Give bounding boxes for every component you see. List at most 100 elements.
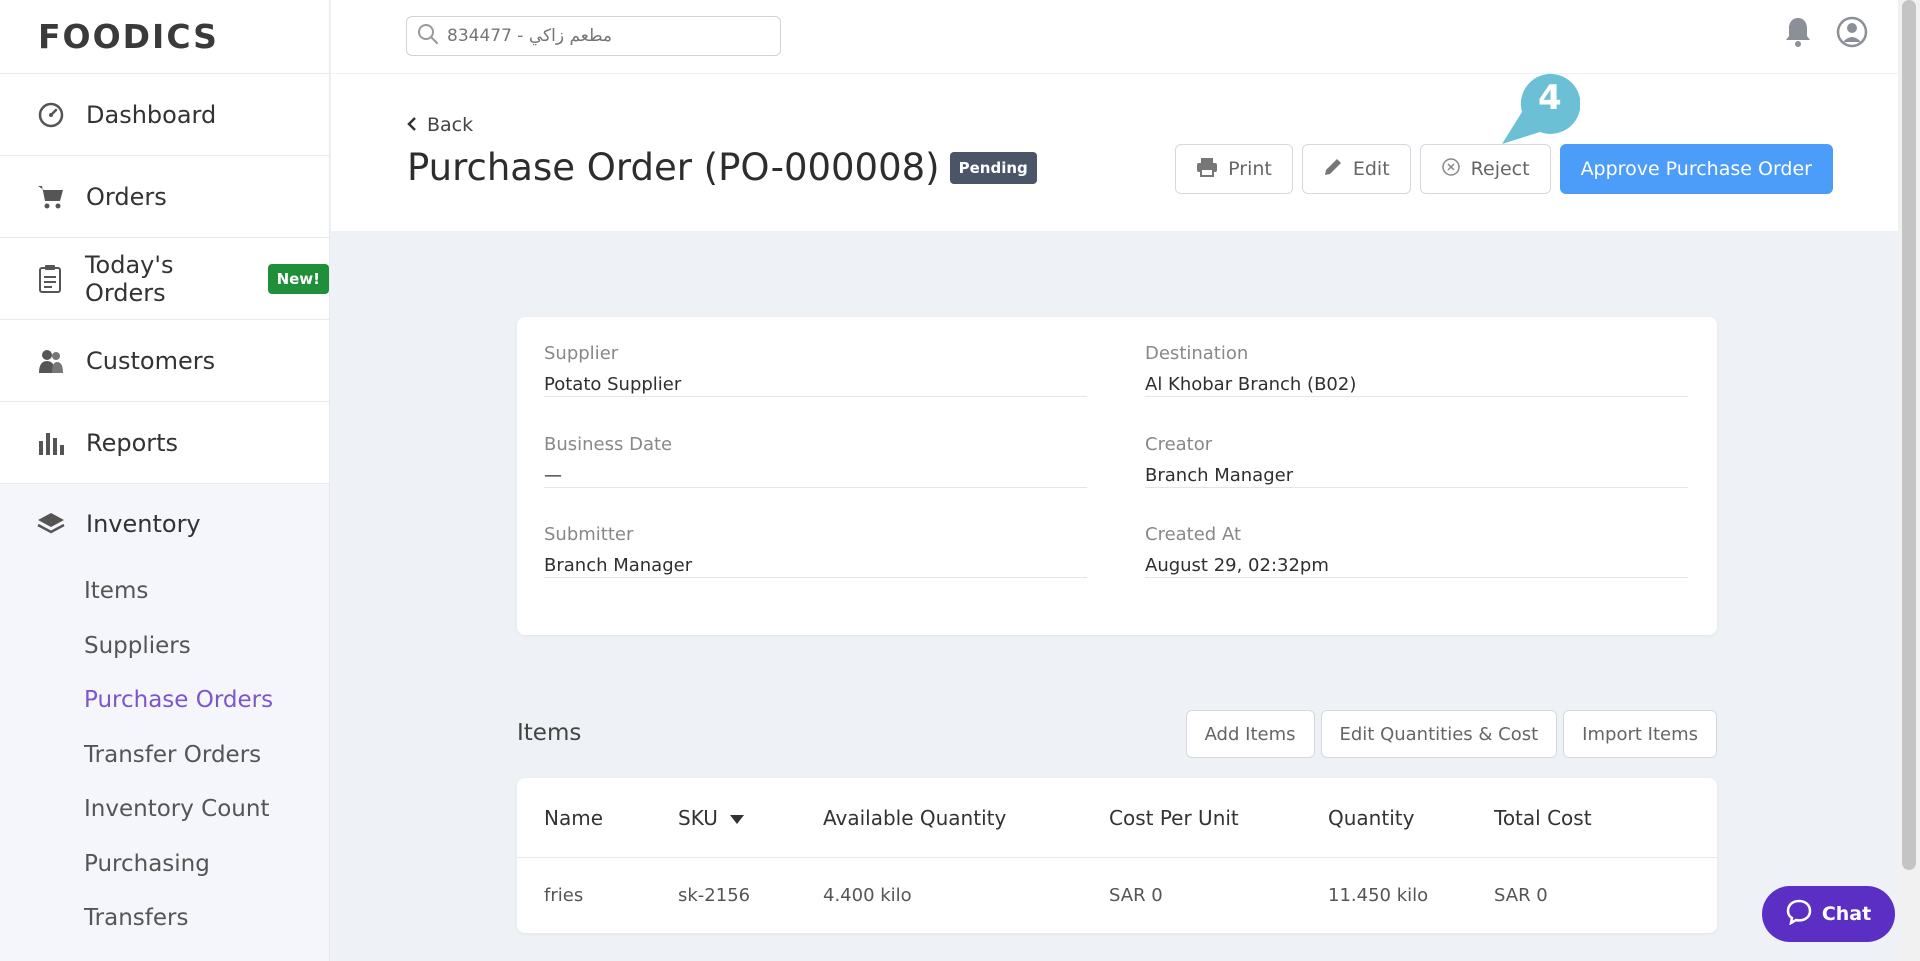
sidebar-subitem-purchasing[interactable]: Purchasing — [0, 837, 329, 892]
print-button[interactable]: Print — [1175, 144, 1293, 194]
page-title: Purchase Order (PO-000008) Pending — [407, 146, 1037, 189]
sidebar-item-label: Dashboard — [86, 100, 217, 129]
sidebar: FOODICS Dashboard Orders Today's Orders … — [0, 0, 330, 961]
sidebar-item-dashboard[interactable]: Dashboard — [0, 74, 329, 156]
sidebar-subitem-transfer-orders[interactable]: Transfer Orders — [0, 728, 329, 783]
sidebar-item-customers[interactable]: Customers — [0, 320, 329, 402]
submitter-value: Branch Manager — [544, 555, 693, 576]
step-number: 4 — [1538, 78, 1562, 118]
cell-sku: sk-2156 — [678, 885, 751, 906]
column-header-sku-label: SKU — [678, 805, 718, 830]
supplier-value: Potato Supplier — [544, 374, 682, 395]
details-card: Supplier Potato Supplier Destination Al … — [517, 317, 1717, 635]
submitter-field: Submitter Branch Manager — [544, 524, 1087, 578]
import-items-button[interactable]: Import Items — [1563, 710, 1717, 758]
sidebar-item-label: Customers — [86, 346, 216, 375]
sidebar-item-label: Today's Orders — [84, 250, 174, 307]
printer-icon — [1196, 157, 1218, 182]
scrollbar-thumb[interactable] — [1902, 0, 1916, 870]
column-header-available-quantity[interactable]: Available Quantity — [823, 806, 1006, 830]
created-at-value: August 29, 02:32pm — [1145, 555, 1329, 576]
gauge-icon — [36, 100, 66, 130]
search-input[interactable] — [447, 26, 747, 46]
edit-quantities-cost-button[interactable]: Edit Quantities & Cost — [1320, 710, 1558, 758]
edit-label: Edit — [1352, 158, 1390, 180]
sidebar-subitem-items[interactable]: Items — [0, 564, 329, 619]
new-badge: New! — [267, 263, 329, 294]
creator-field: Creator Branch Manager — [1145, 434, 1688, 488]
column-header-sku[interactable]: SKU — [678, 806, 744, 830]
sidebar-item-label: Orders — [86, 182, 167, 211]
sidebar-item-todays-orders[interactable]: Today's Orders New! — [0, 238, 329, 320]
created-at-label: Created At — [1145, 524, 1242, 545]
sidebar-item-orders[interactable]: Orders — [0, 156, 329, 238]
sidebar-item-reports[interactable]: Reports — [0, 402, 329, 484]
supplier-label: Supplier — [544, 343, 619, 364]
submitter-label: Submitter — [544, 524, 634, 545]
column-header-name[interactable]: Name — [544, 806, 603, 830]
chevron-left-icon — [407, 114, 417, 136]
cell-cost-per-unit: SAR 0 — [1109, 885, 1163, 906]
page-title-text: Purchase Order (PO-000008) — [407, 146, 940, 189]
cell-total-cost: SAR 0 — [1494, 885, 1548, 906]
cell-name: fries — [544, 885, 584, 906]
table-row[interactable]: fries sk-2156 4.400 kilo SAR 0 11.450 ki… — [517, 858, 1717, 933]
logo-text: FOODICS — [38, 17, 219, 56]
add-items-button[interactable]: Add Items — [1185, 710, 1315, 758]
edit-button[interactable]: Edit — [1301, 144, 1411, 194]
items-actions: Add Items Edit Quantities & Cost Import … — [1185, 710, 1717, 758]
sidebar-item-label: Reports — [86, 428, 179, 457]
page-header: Back Purchase Order (PO-000008) Pending … — [331, 74, 1898, 231]
business-date-field: Business Date — — [544, 434, 1087, 488]
business-date-value: — — [544, 465, 562, 486]
customers-icon — [36, 346, 66, 376]
search-box[interactable] — [406, 16, 781, 56]
close-circle-icon — [1441, 157, 1461, 182]
sidebar-item-inventory[interactable]: Inventory — [0, 484, 329, 564]
cell-quantity: 11.450 kilo — [1328, 885, 1429, 906]
creator-value: Branch Manager — [1145, 465, 1294, 486]
sidebar-subitem-suppliers[interactable]: Suppliers — [0, 619, 329, 674]
back-link[interactable]: Back — [407, 114, 473, 136]
page-scrollbar[interactable] — [1898, 0, 1920, 961]
top-icons — [1784, 16, 1868, 52]
bell-icon[interactable] — [1784, 16, 1812, 52]
approve-label: Approve Purchase Order — [1580, 158, 1812, 180]
sort-down-icon — [729, 806, 744, 830]
inventory-section: Inventory Items Suppliers Purchase Order… — [0, 484, 329, 961]
supplier-field: Supplier Potato Supplier — [544, 343, 1087, 397]
topbar — [331, 0, 1898, 74]
pencil-icon — [1323, 157, 1343, 182]
logo[interactable]: FOODICS — [0, 0, 329, 74]
destination-label: Destination — [1145, 343, 1249, 364]
sidebar-subitem-inventory-count[interactable]: Inventory Count — [0, 782, 329, 837]
column-header-total-cost[interactable]: Total Cost — [1494, 806, 1592, 830]
back-label: Back — [427, 114, 474, 136]
user-avatar-icon[interactable] — [1836, 16, 1868, 52]
business-date-label: Business Date — [544, 434, 673, 455]
cell-available-quantity: 4.400 kilo — [823, 885, 912, 906]
status-badge: Pending — [949, 151, 1037, 184]
print-label: Print — [1228, 158, 1272, 180]
step-indicator: 4 — [1500, 72, 1580, 152]
approve-purchase-order-button[interactable]: Approve Purchase Order — [1559, 144, 1833, 194]
created-at-field: Created At August 29, 02:32pm — [1145, 524, 1688, 578]
column-header-quantity[interactable]: Quantity — [1328, 806, 1414, 830]
column-header-cost-per-unit[interactable]: Cost Per Unit — [1109, 806, 1239, 830]
chat-button[interactable]: Chat — [1762, 886, 1895, 942]
reject-label: Reject — [1470, 158, 1530, 180]
table-header-row: Name SKU Available Quantity Cost Per Uni… — [517, 778, 1717, 858]
creator-label: Creator — [1145, 434, 1213, 455]
cart-icon — [36, 182, 66, 212]
destination-value: Al Khobar Branch (B02) — [1145, 374, 1357, 395]
sidebar-subitem-transfers[interactable]: Transfers — [0, 891, 329, 946]
bar-chart-icon — [36, 428, 66, 458]
layers-icon — [36, 509, 66, 539]
sidebar-subitem-production[interactable]: Production — [0, 946, 329, 961]
clipboard-icon — [36, 264, 65, 294]
sidebar-subitem-purchase-orders[interactable]: Purchase Orders — [0, 673, 329, 728]
items-section-title: Items — [517, 720, 582, 746]
chat-label: Chat — [1821, 903, 1872, 925]
chat-bubble-icon — [1786, 899, 1812, 930]
search-icon — [417, 23, 439, 49]
